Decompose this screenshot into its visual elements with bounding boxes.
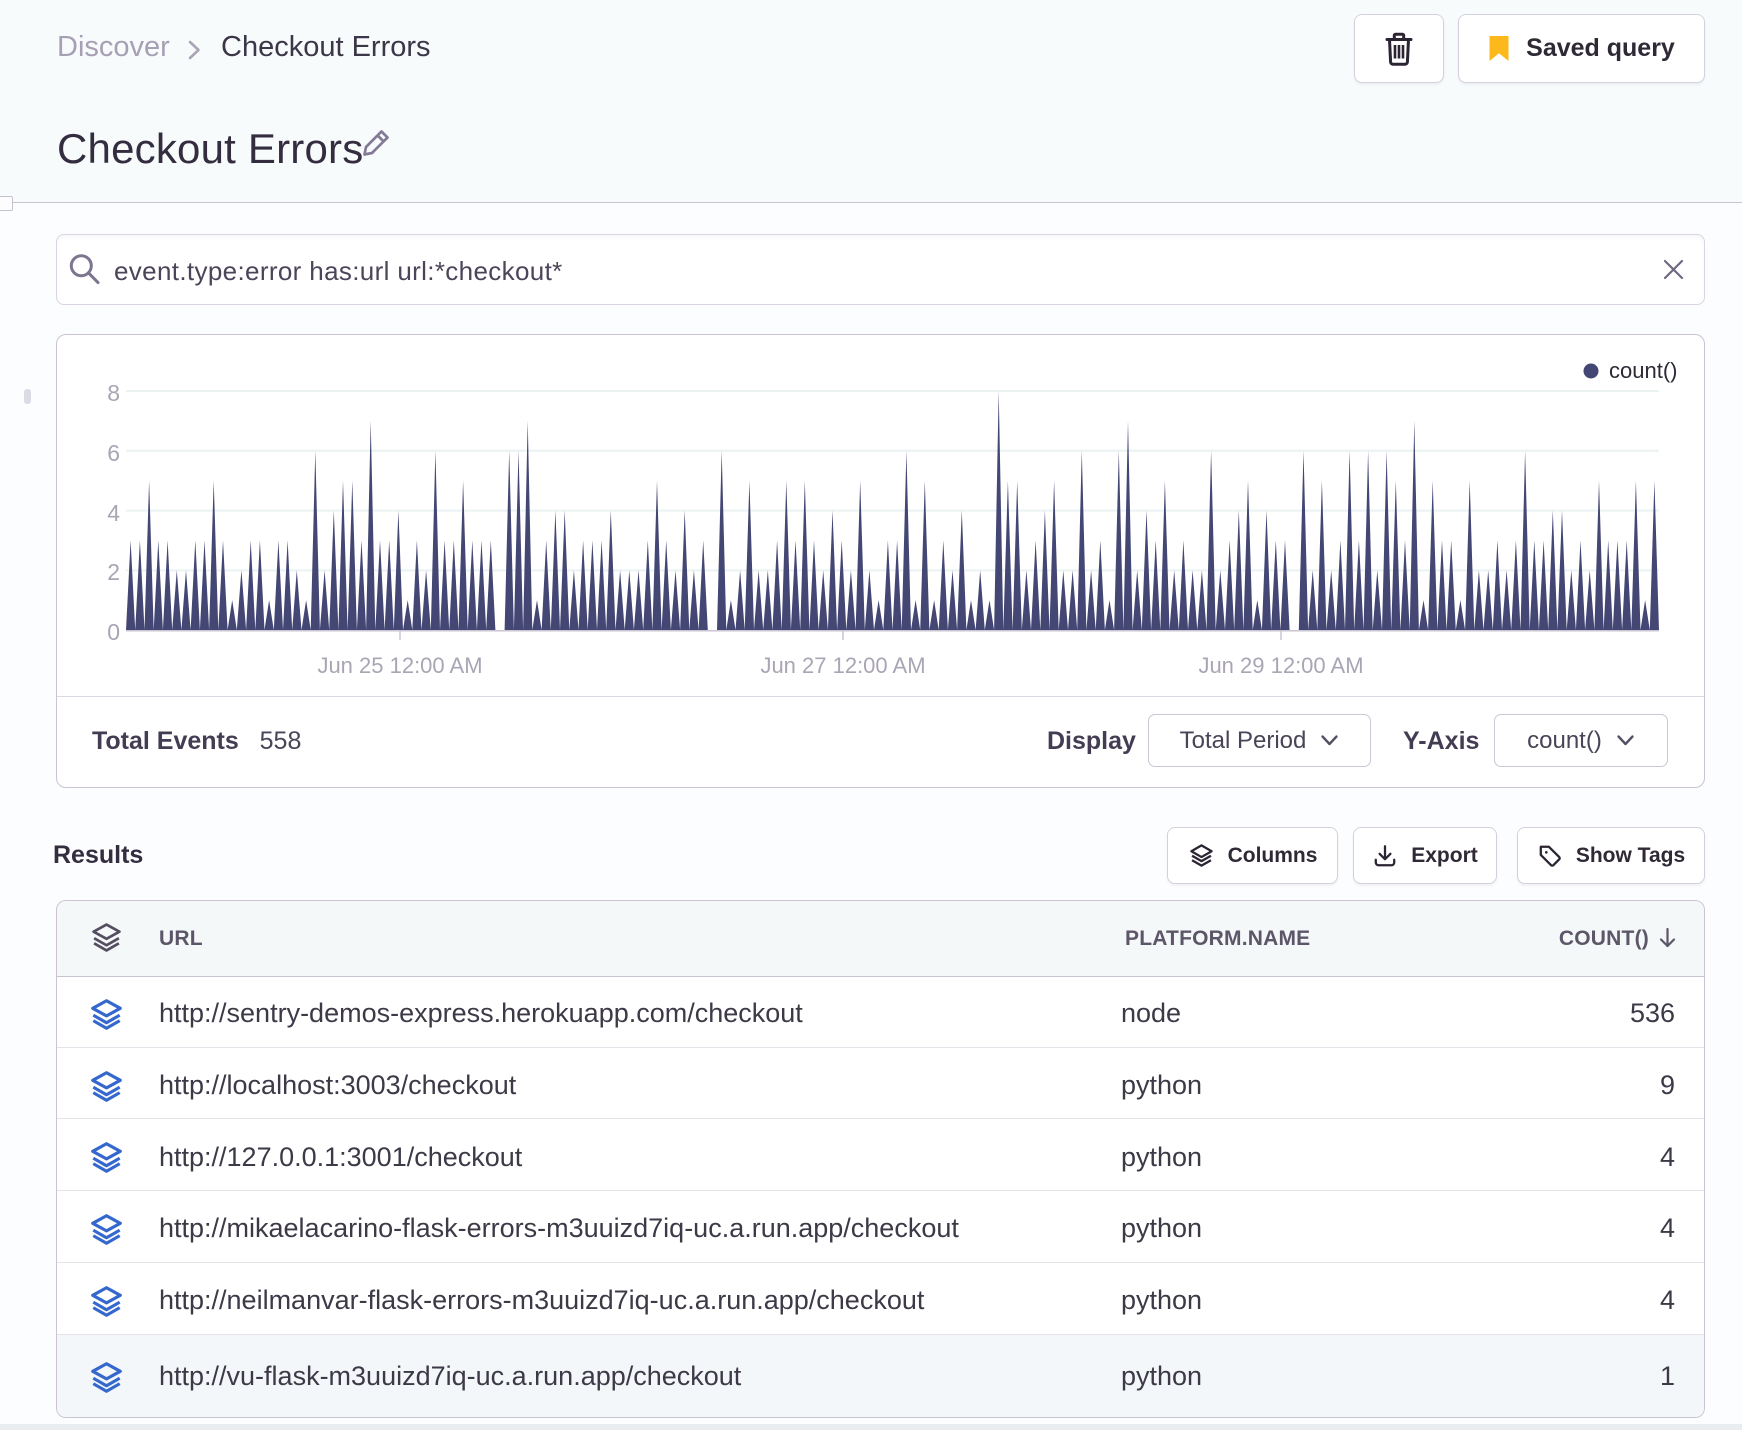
svg-text:count(): count() <box>1609 358 1677 383</box>
